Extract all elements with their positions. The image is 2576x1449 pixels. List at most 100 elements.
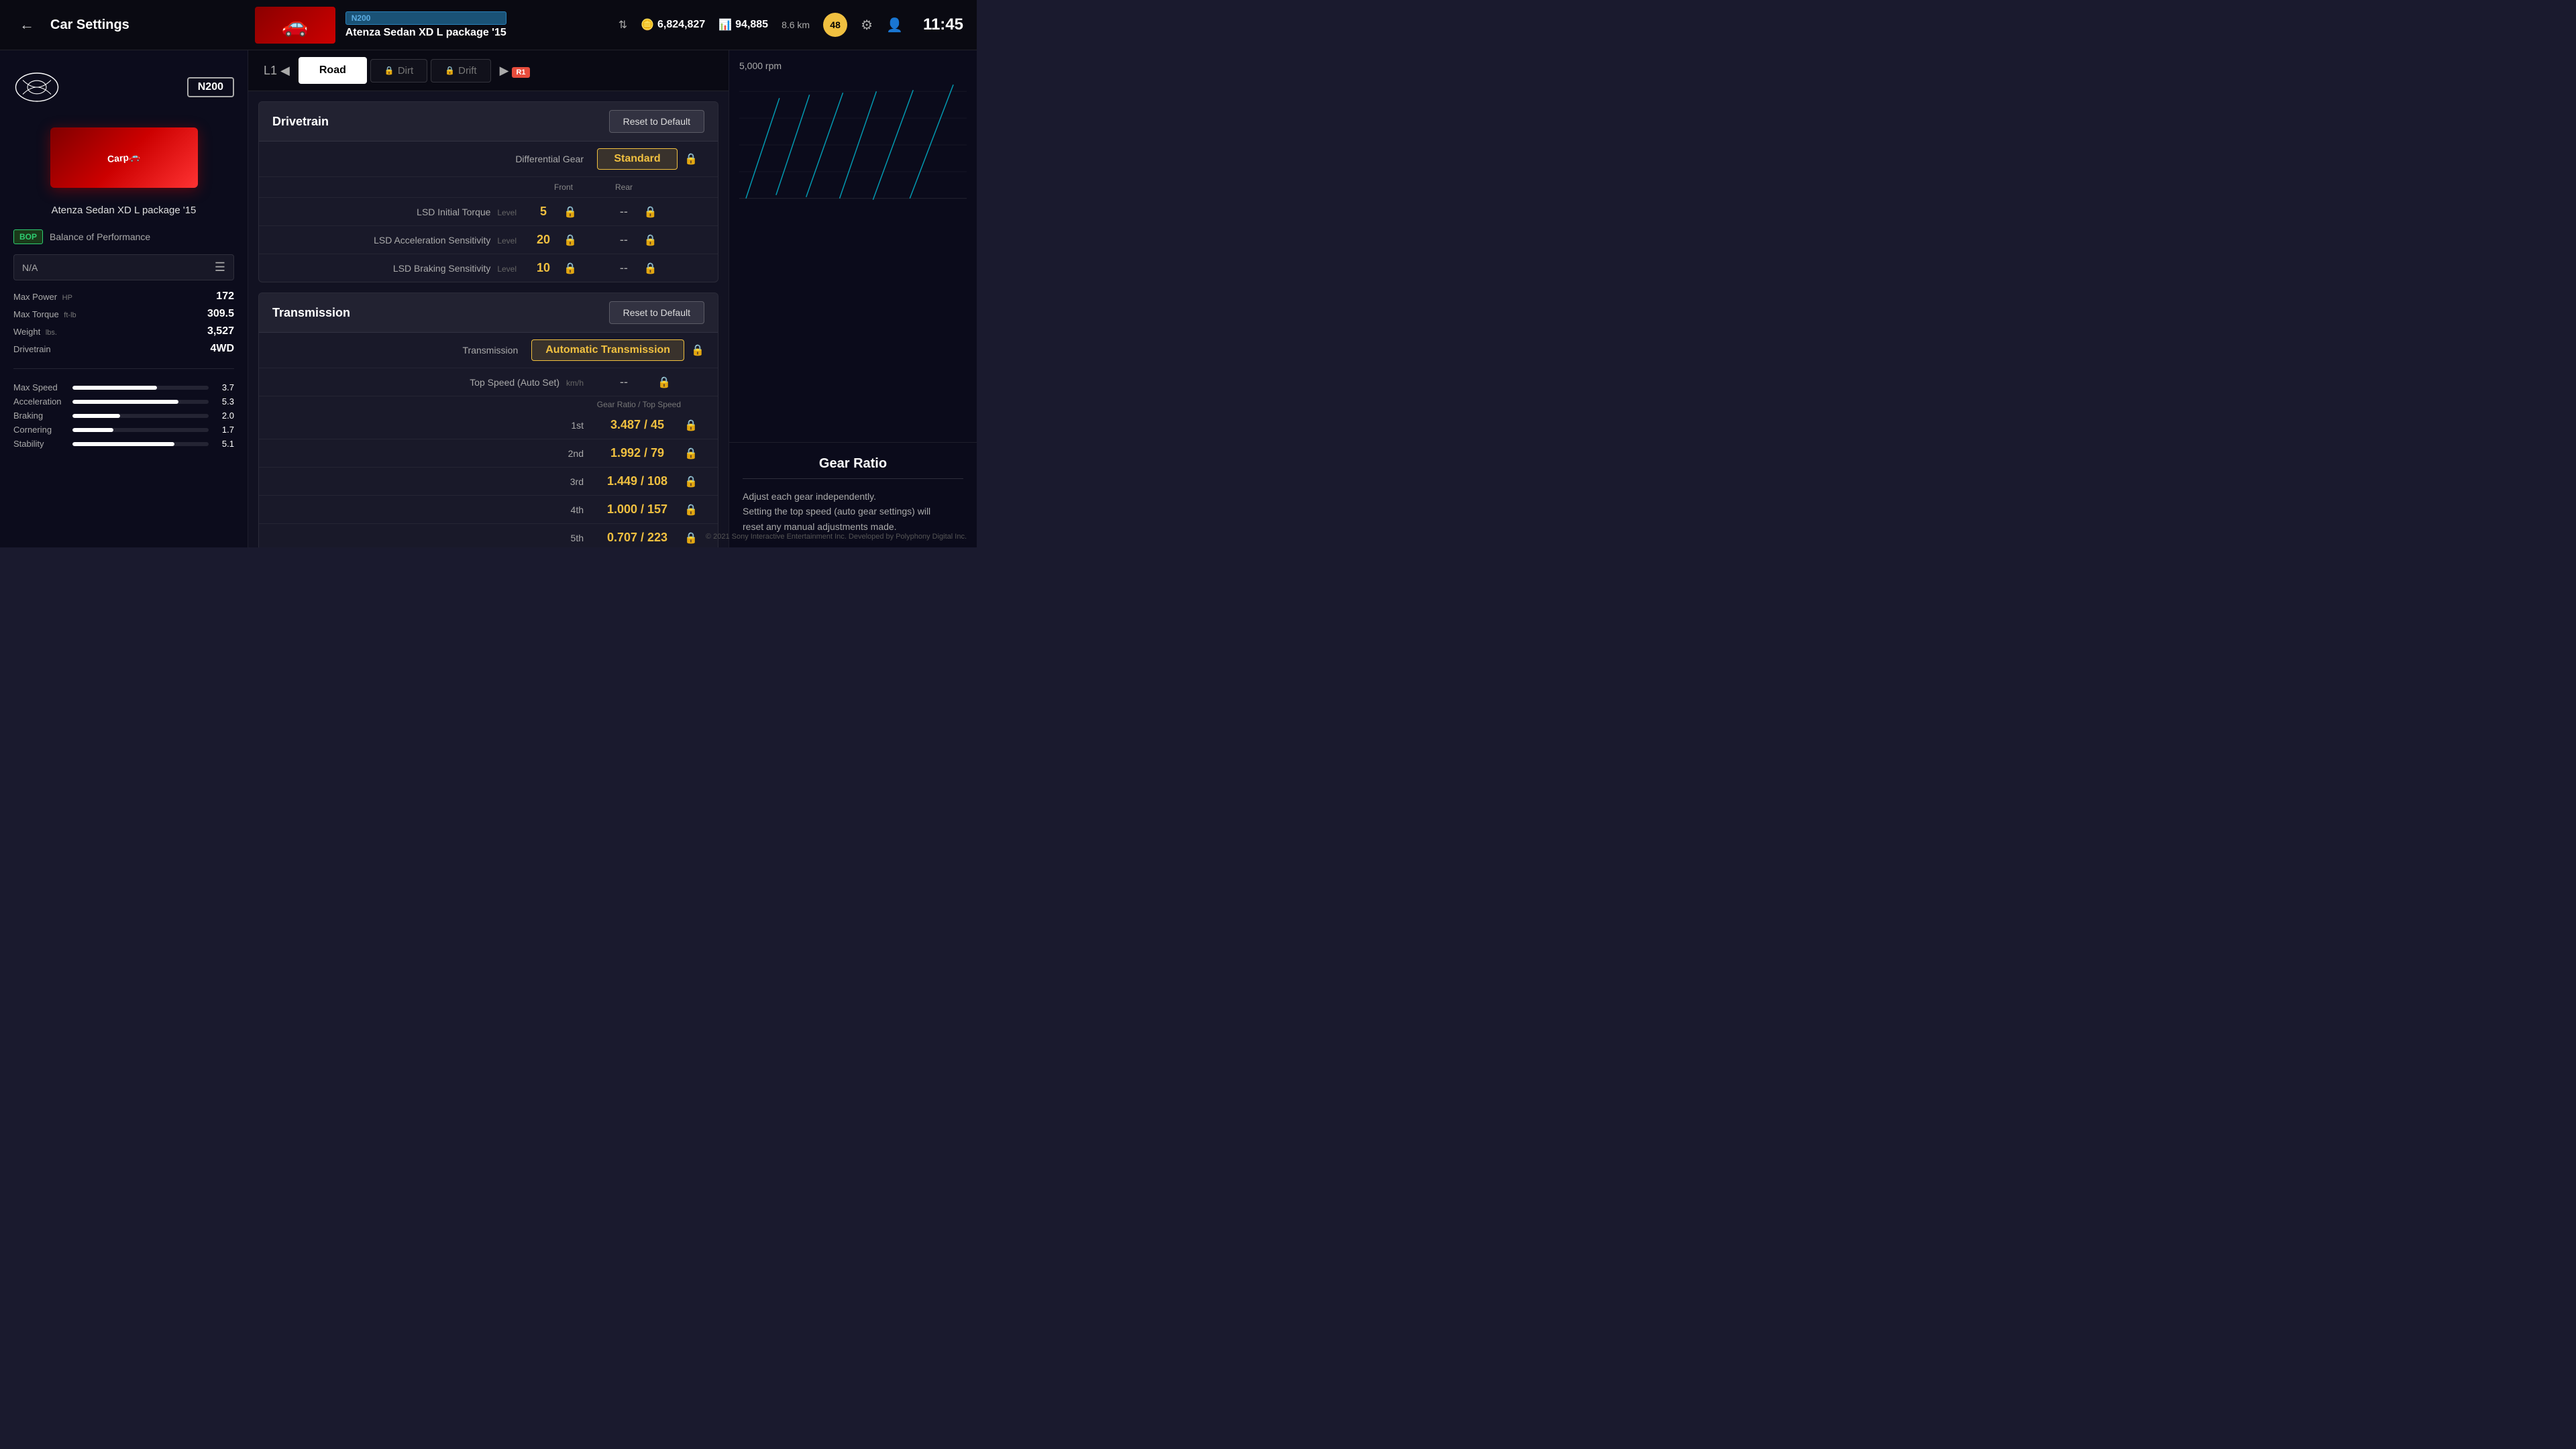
lsd-accel-rear-value[interactable]: -- <box>610 233 637 247</box>
gear-2nd-label: 2nd <box>272 448 584 459</box>
gear-4th-label: 4th <box>272 504 584 515</box>
stat-max-power: Max Power HP 172 <box>13 290 234 303</box>
gear-1st-lock: 🔒 <box>684 419 698 432</box>
gear-2nd-value-area: 1.992 / 79 🔒 <box>597 446 704 460</box>
tab-drift[interactable]: 🔒 Drift <box>431 59 490 83</box>
perf-braking: Braking 2.0 <box>13 411 234 421</box>
gear-ratio-header: Gear Ratio / Top Speed <box>259 396 718 411</box>
front-header: Front <box>554 182 573 192</box>
differential-gear-lock-icon: 🔒 <box>684 152 698 166</box>
n200-badge-sidebar: N200 <box>187 77 234 97</box>
back-button[interactable]: ← <box>13 11 40 38</box>
car-info-top: N200 Atenza Sedan XD L package '15 <box>345 11 506 39</box>
perf-acceleration: Acceleration 5.3 <box>13 396 234 407</box>
gear-5th-row: 5th 0.707 / 223 🔒 <box>259 524 718 547</box>
gear-2nd-value[interactable]: 1.992 / 79 <box>597 446 678 460</box>
mileage-stat: 📊 94,885 <box>718 18 768 32</box>
stability-bar <box>72 442 174 446</box>
gear-ratio-desc: Adjust each gear independently. Setting … <box>743 489 963 534</box>
lsd-braking-rear-value[interactable]: -- <box>610 261 637 275</box>
transmission-value[interactable]: Automatic Transmission <box>531 339 684 361</box>
copyright: © 2021 Sony Interactive Entertainment In… <box>706 533 967 541</box>
top-speed-value[interactable]: -- <box>597 375 651 389</box>
car-name-top: Atenza Sedan XD L package '15 <box>345 27 506 39</box>
perf-max-speed: Max Speed 3.7 <box>13 382 234 392</box>
lsd-accel-rear-lock: 🔒 <box>644 233 657 247</box>
tab-prev-button[interactable]: L1 ◀ <box>258 60 295 81</box>
sidebar: N200 Carp🚗 Atenza Sedan XD L package '15… <box>0 50 248 547</box>
transmission-value-area: Automatic Transmission 🔒 <box>531 339 704 361</box>
rpm-label: 5,000 rpm <box>739 60 967 71</box>
profile-icon-top[interactable]: 👤 <box>886 17 903 34</box>
bop-section: BOP Balance of Performance <box>13 229 234 244</box>
menu-icon: ☰ <box>215 260 225 274</box>
lsd-initial-rear-value[interactable]: -- <box>610 205 637 219</box>
stat-weight: Weight lbs. 3,527 <box>13 325 234 337</box>
tab-road[interactable]: Road <box>299 57 367 84</box>
lock-dirt-icon: 🔒 <box>384 66 394 75</box>
tab-dirt-label: Dirt <box>398 65 413 76</box>
top-stats: ⇅ 🪙 6,824,827 📊 94,885 8.6 km 48 ⚙ 👤 11:… <box>619 13 963 37</box>
transmission-type-row: Transmission Automatic Transmission 🔒 <box>259 333 718 368</box>
gear-1st-label: 1st <box>272 420 584 431</box>
gear-4th-lock: 🔒 <box>684 503 698 517</box>
performance-stats: Max Speed 3.7 Acceleration 5.3 Braking 2… <box>13 382 234 449</box>
gear-3rd-value-area: 1.449 / 108 🔒 <box>597 474 704 488</box>
cornering-bar <box>72 428 113 432</box>
na-value: N/A <box>22 262 38 273</box>
divider <box>13 368 234 369</box>
lsd-accel-front-value[interactable]: 20 <box>530 233 557 247</box>
lsd-initial-label: LSD Initial Torque Level <box>272 207 517 217</box>
car-image-sidebar: Carp🚗 <box>13 121 234 195</box>
transmission-reset-button[interactable]: Reset to Default <box>609 301 704 324</box>
lsd-initial-row: LSD Initial Torque Level 5 🔒 -- 🔒 <box>259 198 718 226</box>
drivetrain-title: Drivetrain <box>272 115 329 129</box>
braking-bar <box>72 414 120 418</box>
stats-grid: Max Power HP 172 Max Torque ft-lb 309.5 … <box>13 290 234 355</box>
transmission-label: Transmission <box>272 345 518 356</box>
differential-gear-value[interactable]: Standard <box>597 148 678 170</box>
top-speed-label: Top Speed (Auto Set) km/h <box>272 377 584 388</box>
lsd-initial-front-value[interactable]: 5 <box>530 205 557 219</box>
car-placeholder: Carp🚗 <box>50 127 198 188</box>
gear-5th-label: 5th <box>272 533 584 543</box>
stat-drivetrain: Drivetrain 4WD <box>13 343 234 355</box>
gear-5th-value[interactable]: 0.707 / 223 <box>597 531 678 545</box>
distance-stat: 8.6 km <box>782 19 810 30</box>
acceleration-bar <box>72 400 178 404</box>
perf-cornering: Cornering 1.7 <box>13 425 234 435</box>
tab-dirt[interactable]: 🔒 Dirt <box>370 59 427 83</box>
top-speed-row: Top Speed (Auto Set) km/h -- 🔒 <box>259 368 718 396</box>
lsd-braking-front-lock: 🔒 <box>564 262 577 275</box>
gear-1st-value-area: 3.487 / 45 🔒 <box>597 418 704 432</box>
transmission-section: Transmission Reset to Default Transmissi… <box>258 292 718 547</box>
lsd-accel-row: LSD Acceleration Sensitivity Level 20 🔒 … <box>259 226 718 254</box>
pp-badge: 48 <box>823 13 847 37</box>
tab-next-button[interactable]: ▶ R1 <box>494 60 535 81</box>
gear-3rd-value[interactable]: 1.449 / 108 <box>597 474 678 488</box>
gear-5th-value-area: 0.707 / 223 🔒 <box>597 531 704 545</box>
lsd-braking-rear-lock: 🔒 <box>644 262 657 275</box>
credits-stat: 🪙 6,824,827 <box>641 18 705 32</box>
settings-icon-top[interactable]: ⚙ <box>861 17 873 34</box>
lock-drift-icon: 🔒 <box>445 66 455 75</box>
gear-3rd-label: 3rd <box>272 476 584 487</box>
car-name-sidebar: Atenza Sedan XD L package '15 <box>13 205 234 219</box>
na-dropdown[interactable]: N/A ☰ <box>13 254 234 280</box>
lsd-braking-front-value[interactable]: 10 <box>530 261 557 275</box>
drivetrain-header: Drivetrain Reset to Default <box>259 102 718 142</box>
gear-4th-value[interactable]: 1.000 / 157 <box>597 502 678 517</box>
lsd-initial-front-lock: 🔒 <box>564 205 577 219</box>
transmission-lock-icon: 🔒 <box>691 343 704 357</box>
tab-drift-label: Drift <box>458 65 477 76</box>
top-speed-lock-icon: 🔒 <box>657 376 671 389</box>
gear-ratio-divider <box>743 478 963 479</box>
r1-badge: R1 <box>512 67 529 78</box>
gear-4th-value-area: 1.000 / 157 🔒 <box>597 502 704 517</box>
gear-1st-value[interactable]: 3.487 / 45 <box>597 418 678 432</box>
differential-gear-value-area: Standard 🔒 <box>597 148 704 170</box>
top-speed-value-area: -- 🔒 <box>597 375 704 389</box>
drivetrain-section: Drivetrain Reset to Default Differential… <box>258 101 718 282</box>
drivetrain-reset-button[interactable]: Reset to Default <box>609 110 704 133</box>
transmission-header: Transmission Reset to Default <box>259 293 718 333</box>
